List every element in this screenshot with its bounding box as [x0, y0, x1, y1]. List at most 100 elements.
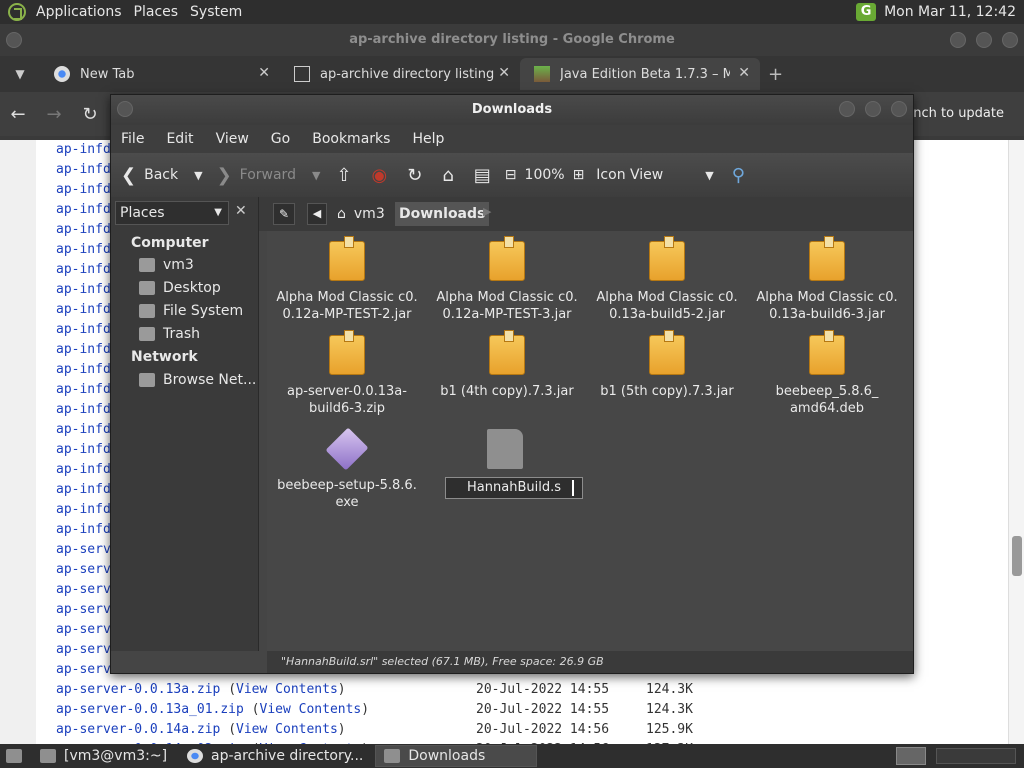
file-item[interactable]: Alpha Mod Classic c0. 0.13a-build6-3.jar	[747, 236, 907, 323]
file-link[interactable]: ap-serv	[56, 642, 111, 657]
file-link[interactable]: ap-serv	[56, 562, 111, 577]
menu-view[interactable]: View	[216, 131, 249, 147]
close-sidebar-icon[interactable]: ✕	[235, 203, 247, 219]
view-mode-select[interactable]: Icon View	[596, 167, 663, 183]
path-scroll-right-icon[interactable]: ▶	[483, 205, 491, 218]
search-icon[interactable]: ⚲	[732, 165, 745, 186]
page-scrollbar[interactable]	[1008, 140, 1024, 744]
scrollbar-thumb[interactable]	[1012, 536, 1022, 576]
home-icon[interactable]: ⌂	[442, 165, 453, 186]
file-link[interactable]: ap-infd	[56, 262, 111, 277]
new-tab-icon[interactable]: +	[768, 64, 783, 85]
rename-field[interactable]: HannahBuild.s	[445, 477, 583, 499]
file-link[interactable]: ap-server-0.0.13a.zip	[56, 682, 220, 697]
file-item[interactable]: Alpha Mod Classic c0. 0.13a-build5-2.jar	[587, 236, 747, 323]
file-link[interactable]: ap-infd	[56, 382, 111, 397]
menu-help[interactable]: Help	[412, 131, 444, 147]
file-link[interactable]: ap-serv	[56, 542, 111, 557]
close-window-icon[interactable]	[1002, 32, 1018, 48]
tab-java-edition[interactable]: Java Edition Beta 1.7.3 – Mine ✕	[520, 58, 760, 90]
file-link[interactable]: ap-server-0.0.13a_01.zip	[56, 702, 244, 717]
view-mode-dropdown-icon[interactable]: ▼	[705, 169, 713, 182]
file-item[interactable]: Alpha Mod Classic c0. 0.12a-MP-TEST-3.ja…	[427, 236, 587, 323]
workspace-indicator-icon[interactable]	[896, 747, 926, 765]
forward-button[interactable]: ❯ Forward ▼	[217, 165, 321, 186]
file-link[interactable]: ap-infd	[56, 242, 111, 257]
sidebar-type-select[interactable]: Places ▼	[115, 201, 229, 225]
file-link[interactable]: ap-infd	[56, 322, 111, 337]
show-desktop-button[interactable]	[0, 745, 28, 767]
sidebar-item-vm3[interactable]: vm3	[139, 257, 194, 273]
view-contents-link[interactable]: View Contents	[236, 682, 338, 697]
places-menu[interactable]: Places	[128, 4, 185, 20]
back-button[interactable]: ❮ Back ▼	[121, 165, 203, 186]
file-link[interactable]: ap-infd	[56, 302, 111, 317]
file-link[interactable]: ap-serv	[56, 622, 111, 637]
menu-edit[interactable]: Edit	[166, 131, 193, 147]
menu-bookmarks[interactable]: Bookmarks	[312, 131, 390, 147]
tab-ap-archive[interactable]: ap-archive directory listing ✕	[280, 58, 520, 90]
sidebar-item-file-system[interactable]: File System	[139, 303, 243, 319]
file-link[interactable]: ap-infd	[56, 462, 111, 477]
path-button-vm3[interactable]: ⌂ vm3	[337, 202, 385, 226]
file-item[interactable]: Alpha Mod Classic c0. 0.12a-MP-TEST-2.ja…	[267, 236, 427, 323]
sidebar-item-trash[interactable]: Trash	[139, 326, 200, 342]
up-icon[interactable]: ⇧	[336, 165, 351, 186]
maximize-icon[interactable]	[976, 32, 992, 48]
relaunch-update-button[interactable]: nch to update	[903, 100, 1014, 128]
zoom-level[interactable]: 100%	[525, 167, 565, 183]
tab-search-icon[interactable]: ▼	[0, 67, 40, 81]
file-link[interactable]: ap-infd	[56, 362, 111, 377]
file-link[interactable]: ap-serv	[56, 602, 111, 617]
tray-app-icon[interactable]: G	[856, 3, 877, 21]
file-link[interactable]: ap-infd	[56, 402, 111, 417]
taskbar-item-downloads[interactable]: Downloads	[375, 745, 538, 767]
file-link[interactable]: ap-infd	[56, 142, 111, 157]
file-item[interactable]: beebeep-setup-5.8.6. exe	[267, 427, 427, 511]
forward-arrow-icon[interactable]: →	[36, 104, 72, 125]
path-button-downloads[interactable]: Downloads	[395, 202, 490, 226]
menu-file[interactable]: File	[121, 131, 144, 147]
taskbar-item-terminal[interactable]: [vm3@vm3:~]	[32, 745, 175, 767]
close-tab-icon[interactable]: ✕	[258, 65, 270, 81]
file-link[interactable]: ap-infd	[56, 502, 111, 517]
back-arrow-icon[interactable]: ←	[0, 104, 36, 125]
file-link[interactable]: ap-infd	[56, 522, 111, 537]
zoom-out-icon[interactable]: ⊟	[505, 167, 517, 183]
zoom-in-icon[interactable]: ⊞	[573, 167, 585, 183]
file-icon-view[interactable]: Alpha Mod Classic c0. 0.12a-MP-TEST-2.ja…	[267, 231, 913, 651]
system-menu[interactable]: System	[184, 4, 248, 20]
file-item[interactable]: b1 (5th copy).7.3.jar	[587, 330, 747, 400]
file-link[interactable]: ap-server-0.0.14a.zip	[56, 722, 220, 737]
reload-icon[interactable]: ↻	[72, 104, 108, 125]
sidebar-item-browse-network[interactable]: Browse Net...	[139, 372, 256, 388]
file-item-hannahbuild[interactable]	[425, 429, 585, 477]
file-item[interactable]: b1 (4th copy).7.3.jar	[427, 330, 587, 400]
window-menu-icon[interactable]	[6, 32, 22, 48]
file-link[interactable]: ap-infd	[56, 222, 111, 237]
window-menu-icon[interactable]	[117, 101, 133, 117]
view-contents-link[interactable]: View Contents	[260, 702, 362, 717]
close-window-icon[interactable]	[891, 101, 907, 117]
stop-icon[interactable]: ◉	[372, 165, 388, 186]
close-tab-icon[interactable]: ✕	[738, 65, 750, 81]
back-history-dropdown-icon[interactable]: ▼	[194, 169, 202, 182]
applications-menu[interactable]: Applications	[30, 4, 128, 20]
view-contents-link[interactable]: View Contents	[236, 722, 338, 737]
clock[interactable]: Mon Mar 11, 12:42	[884, 4, 1016, 20]
menu-logo-icon[interactable]	[8, 3, 26, 21]
file-link[interactable]: ap-serv	[56, 662, 111, 677]
workspace-switcher[interactable]	[936, 748, 1016, 764]
file-item[interactable]: ap-server-0.0.13a- build6-3.zip	[267, 330, 427, 417]
forward-history-dropdown-icon[interactable]: ▼	[312, 169, 320, 182]
minimize-icon[interactable]	[839, 101, 855, 117]
tab-new-tab[interactable]: New Tab ✕	[40, 58, 280, 90]
file-link[interactable]: ap-infd	[56, 282, 111, 297]
file-link[interactable]: ap-infd	[56, 162, 111, 177]
file-link[interactable]: ap-infd	[56, 182, 111, 197]
toggle-location-entry-icon[interactable]: ✎	[273, 203, 295, 225]
close-tab-icon[interactable]: ✕	[498, 65, 510, 81]
file-link[interactable]: ap-infd	[56, 422, 111, 437]
file-link[interactable]: ap-infd	[56, 202, 111, 217]
path-scroll-left-icon[interactable]: ◀	[307, 203, 327, 225]
